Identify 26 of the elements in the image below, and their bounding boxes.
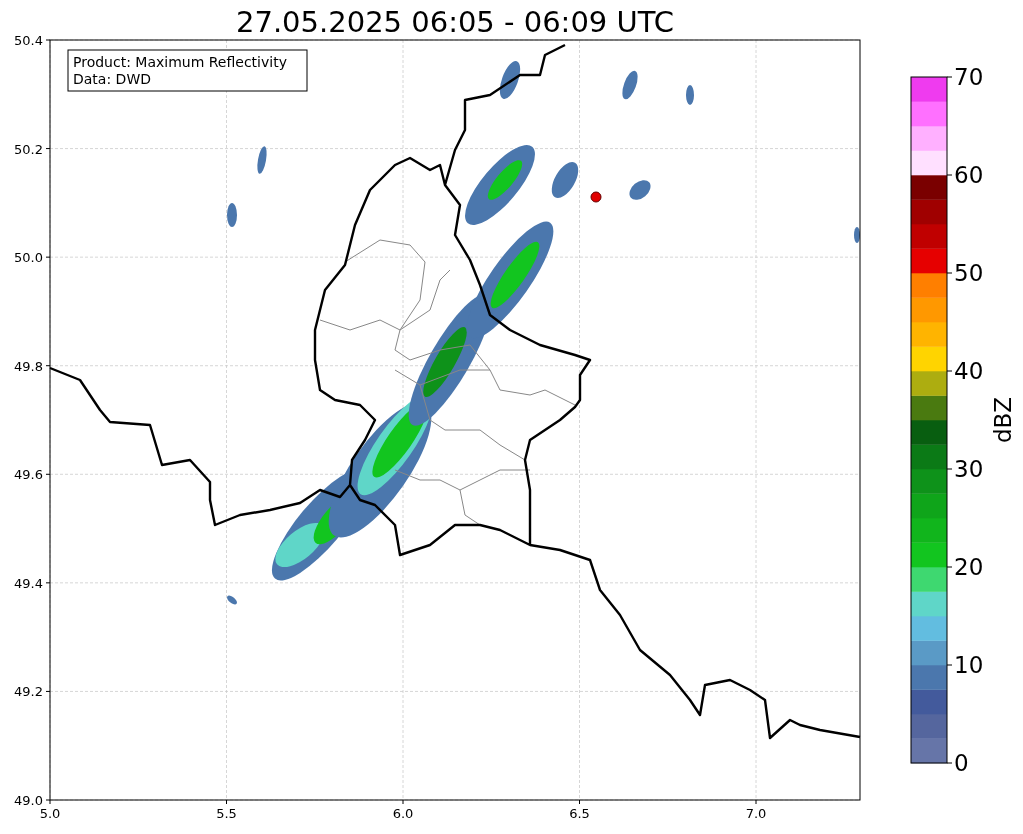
x-tick-label: 5.5 — [216, 806, 237, 821]
annotation-text: Product: Maximum Reflectivity — [73, 54, 287, 70]
colorbar-tick-label: 50 — [954, 260, 984, 286]
y-tick-label: 49.2 — [14, 684, 43, 700]
chart-title: 27.05.2025 06:05 - 06:09 UTC — [236, 5, 674, 39]
colorbar-tick-label: 10 — [954, 652, 984, 678]
x-tick-label: 5.0 — [39, 806, 61, 821]
colorbar-tick-label: 70 — [954, 64, 984, 90]
colorbar-label: dBZ — [990, 396, 1016, 444]
annotation-text: Data: DWD — [73, 71, 151, 87]
y-tick-label: 50.2 — [14, 141, 43, 157]
x-tick-label: 6.5 — [569, 806, 590, 821]
y-tick-label: 49.0 — [14, 793, 43, 808]
radar-site-marker — [590, 191, 602, 203]
x-tick-label: 7.0 — [745, 806, 767, 821]
colorbar-tick-label: 60 — [954, 162, 984, 188]
y-tick-label: 49.4 — [14, 575, 43, 591]
y-tick-label: 49.6 — [14, 467, 43, 483]
colorbar-tick-label: 0 — [954, 750, 969, 776]
colorbar-tick-label: 20 — [954, 554, 984, 580]
y-tick-label: 50.4 — [14, 33, 43, 48]
y-tick-label: 50.0 — [14, 250, 43, 266]
y-tick-label: 49.8 — [14, 358, 43, 374]
colorbar-tick-label: 30 — [954, 456, 984, 482]
x-tick-label: 6.0 — [392, 806, 414, 821]
colorbar-tick-label: 40 — [954, 358, 984, 384]
